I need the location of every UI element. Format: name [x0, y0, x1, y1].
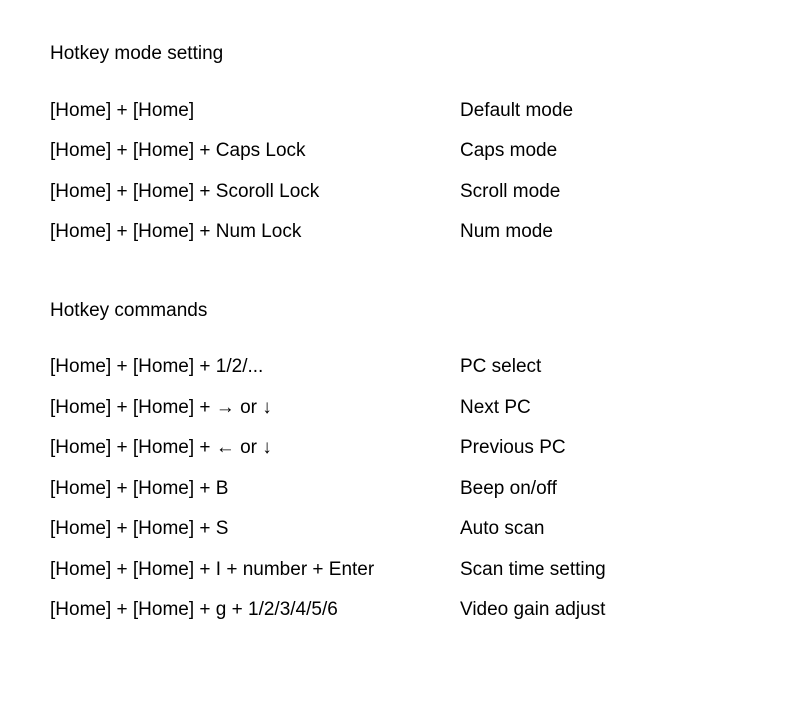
hotkey-desc: Beep on/off [460, 475, 740, 504]
hotkey-combo: [Home] + [Home] + ← or ↓ [50, 434, 460, 463]
hotkey-mode-section: Hotkey mode setting [Home] + [Home] Defa… [50, 40, 740, 247]
hotkey-combo: [Home] + [Home] + I + number + Enter [50, 556, 460, 585]
hotkey-commands-section: Hotkey commands [Home] + [Home] + 1/2/..… [50, 297, 740, 625]
section-title: Hotkey mode setting [50, 40, 740, 69]
table-row: [Home] + [Home] + B Beep on/off [50, 475, 740, 504]
hotkey-desc: Auto scan [460, 515, 740, 544]
table-row: [Home] + [Home] + Num Lock Num mode [50, 218, 740, 247]
table-row: [Home] + [Home] + Scoroll Lock Scroll mo… [50, 178, 740, 207]
hotkey-desc: Default mode [460, 97, 740, 126]
section-title: Hotkey commands [50, 297, 740, 326]
hotkey-desc: Video gain adjust [460, 596, 740, 625]
hotkey-combo: [Home] + [Home] + g + 1/2/3/4/5/6 [50, 596, 460, 625]
hotkey-combo: [Home] + [Home] + B [50, 475, 460, 504]
hotkey-combo: [Home] + [Home] + → or ↓ [50, 394, 460, 423]
table-row: [Home] + [Home] + S Auto scan [50, 515, 740, 544]
table-row: [Home] + [Home] + g + 1/2/3/4/5/6 Video … [50, 596, 740, 625]
hotkey-combo: [Home] + [Home] + Num Lock [50, 218, 460, 247]
hotkey-combo: [Home] + [Home] [50, 97, 460, 126]
table-row: [Home] + [Home] + → or ↓ Next PC [50, 394, 740, 423]
hotkey-desc: Previous PC [460, 434, 740, 463]
hotkey-combo: [Home] + [Home] + Scoroll Lock [50, 178, 460, 207]
hotkey-desc: Next PC [460, 394, 740, 423]
hotkey-desc: PC select [460, 353, 740, 382]
table-row: [Home] + [Home] + I + number + Enter Sca… [50, 556, 740, 585]
hotkey-combo: [Home] + [Home] + 1/2/... [50, 353, 460, 382]
hotkey-desc: Num mode [460, 218, 740, 247]
hotkey-combo: [Home] + [Home] + Caps Lock [50, 137, 460, 166]
hotkey-desc: Scan time setting [460, 556, 740, 585]
hotkey-desc: Scroll mode [460, 178, 740, 207]
table-row: [Home] + [Home] + 1/2/... PC select [50, 353, 740, 382]
hotkey-desc: Caps mode [460, 137, 740, 166]
table-row: [Home] + [Home] + ← or ↓ Previous PC [50, 434, 740, 463]
table-row: [Home] + [Home] + Caps Lock Caps mode [50, 137, 740, 166]
table-row: [Home] + [Home] Default mode [50, 97, 740, 126]
hotkey-combo: [Home] + [Home] + S [50, 515, 460, 544]
